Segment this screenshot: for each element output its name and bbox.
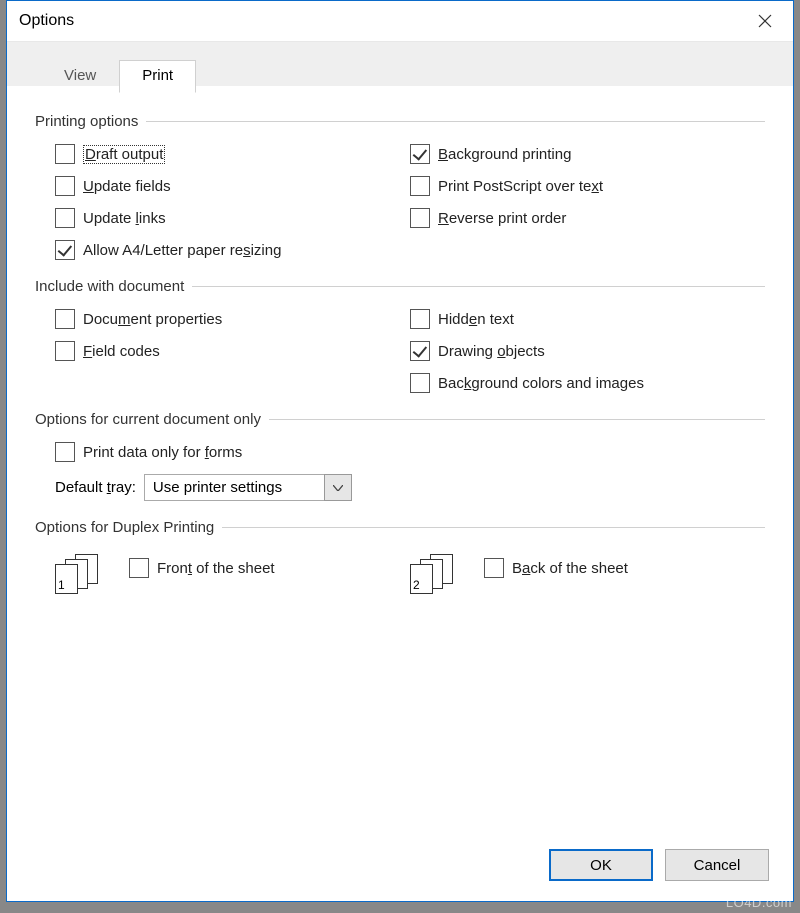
checkbox[interactable] <box>484 558 504 578</box>
checkbox[interactable] <box>410 373 430 393</box>
checkbox-label: Print data only for forms <box>83 444 242 461</box>
checkbox-label: Drawing objects <box>438 343 545 360</box>
watermark: LO4D.com <box>726 895 792 910</box>
checkbox-label: Allow A4/Letter paper resizing <box>83 242 281 259</box>
tab-view[interactable]: View <box>41 60 119 93</box>
checkbox-label: Document properties <box>83 311 222 328</box>
page-icon: 2 <box>410 564 433 594</box>
data_forms-checkbox[interactable]: Print data only for forms <box>55 436 765 468</box>
dropdown-button[interactable] <box>324 474 352 501</box>
default-tray-select[interactable]: Use printer settings <box>144 474 352 501</box>
group-printing-options: Printing options Draft output Update fiel… <box>35 113 765 266</box>
default-tray-label: Default tray: <box>55 479 136 496</box>
checkbox[interactable] <box>410 341 430 361</box>
field_codes-checkbox[interactable]: Field codes <box>55 335 410 367</box>
checkbox-label: Update links <box>83 210 166 227</box>
tabs: View Print <box>29 60 771 93</box>
group-current-document: Options for current document only Print … <box>35 411 765 501</box>
group-title: Options for Duplex Printing <box>35 519 222 536</box>
tab-print[interactable]: Print <box>119 60 196 93</box>
checkbox[interactable] <box>55 208 75 228</box>
checkbox-label: Background colors and images <box>438 375 644 392</box>
checkbox[interactable] <box>129 558 149 578</box>
default-tray-value: Use printer settings <box>144 474 324 501</box>
checkbox-label: Front of the sheet <box>157 560 275 577</box>
checkbox-label: Back of the sheet <box>512 560 628 577</box>
chevron-down-icon <box>333 485 343 491</box>
checkbox[interactable] <box>55 144 75 164</box>
back-of-sheet-checkbox[interactable]: Back of the sheet <box>484 552 628 584</box>
group-title: Printing options <box>35 113 146 130</box>
checkbox-label: Print PostScript over text <box>438 178 603 195</box>
bg_print-checkbox[interactable]: Background printing <box>410 138 765 170</box>
group-title: Options for current document only <box>35 411 269 428</box>
ps_over-checkbox[interactable]: Print PostScript over text <box>410 170 765 202</box>
front-of-sheet-checkbox[interactable]: Front of the sheet <box>129 552 275 584</box>
checkbox-label: Background printing <box>438 146 571 163</box>
options-dialog: Options View Print Printing options Draf… <box>6 0 794 902</box>
doc_props-checkbox[interactable]: Document properties <box>55 303 410 335</box>
checkbox-label: Field codes <box>83 343 160 360</box>
hidden-checkbox[interactable]: Hidden text <box>410 303 765 335</box>
group-include-with-document: Include with document Document propertie… <box>35 278 765 399</box>
checkbox[interactable] <box>55 442 75 462</box>
update_fields-checkbox[interactable]: Update fields <box>55 170 410 202</box>
dialog-content: View Print Printing options Draft output… <box>7 42 793 630</box>
checkbox[interactable] <box>410 144 430 164</box>
cancel-button[interactable]: Cancel <box>665 849 769 881</box>
group-duplex-printing: Options for Duplex Printing 5 3 1 <box>35 519 765 608</box>
checkbox-label: Update fields <box>83 178 171 195</box>
print-panel: Printing options Draft output Update fiel… <box>29 111 771 608</box>
reverse-checkbox[interactable]: Reverse print order <box>410 202 765 234</box>
bgcolors-checkbox[interactable]: Background colors and images <box>410 367 765 399</box>
checkbox[interactable] <box>55 240 75 260</box>
group-title: Include with document <box>35 278 192 295</box>
checkbox[interactable] <box>410 309 430 329</box>
page-icon: 1 <box>55 564 78 594</box>
checkbox[interactable] <box>55 341 75 361</box>
titlebar: Options <box>7 1 793 42</box>
checkbox[interactable] <box>55 309 75 329</box>
front-pages-icon: 5 3 1 <box>55 554 111 598</box>
checkbox-label: Hidden text <box>438 311 514 328</box>
a4resize-checkbox[interactable]: Allow A4/Letter paper resizing <box>55 234 410 266</box>
update_links-checkbox[interactable]: Update links <box>55 202 410 234</box>
checkbox[interactable] <box>55 176 75 196</box>
ok-button[interactable]: OK <box>549 849 653 881</box>
checkbox-label: Draft output <box>83 145 165 164</box>
close-icon <box>758 14 772 28</box>
close-button[interactable] <box>745 7 785 35</box>
checkbox[interactable] <box>410 208 430 228</box>
dialog-buttons: OK Cancel <box>549 837 779 893</box>
draft-checkbox[interactable]: Draft output <box>55 138 410 170</box>
window-title: Options <box>19 12 74 30</box>
checkbox-label: Reverse print order <box>438 210 566 227</box>
drawing-checkbox[interactable]: Drawing objects <box>410 335 765 367</box>
back-pages-icon: 6 4 2 <box>410 554 466 598</box>
checkbox[interactable] <box>410 176 430 196</box>
